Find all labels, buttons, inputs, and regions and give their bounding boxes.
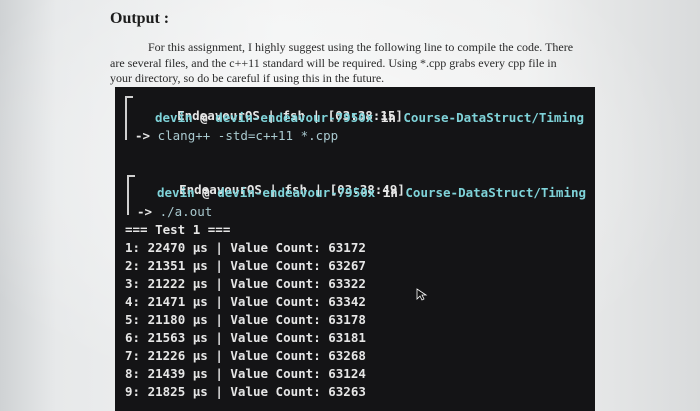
- result-row: 8: 21439 µs | Value Count: 63124: [125, 366, 366, 381]
- instructions-paragraph: For this assignment, I highly suggest us…: [110, 40, 590, 87]
- prompt-in: in: [382, 185, 398, 200]
- output-heading: Output :: [110, 10, 170, 27]
- result-label: Value Count:: [230, 276, 321, 291]
- prompt-path: Course-DataStruct/Timing: [405, 185, 587, 200]
- result-time: 21226 µs: [147, 348, 208, 363]
- prompt-location-2: devin @ devin-endeavour-7950x in Course-…: [157, 185, 586, 200]
- result-time: 21563 µs: [147, 330, 208, 345]
- result-count: 63268: [328, 348, 366, 363]
- result-index: 4:: [125, 294, 141, 309]
- prompt-bracket-1: [125, 96, 133, 140]
- command-text: clang++ -std=c++11 *.cpp: [157, 128, 339, 143]
- result-count: 63172: [328, 240, 366, 255]
- result-separator: |: [215, 330, 223, 345]
- result-row: 6: 21563 µs | Value Count: 63181: [125, 330, 366, 345]
- prompt-arrow: ->: [135, 128, 151, 143]
- result-index: 7:: [125, 348, 141, 363]
- result-separator: |: [215, 276, 223, 291]
- paragraph-line-3: your directory, so do be careful if usin…: [110, 71, 385, 85]
- result-row: 2: 21351 µs | Value Count: 63267: [125, 258, 366, 273]
- result-label: Value Count:: [230, 384, 321, 399]
- result-row: 4: 21471 µs | Value Count: 63342: [125, 294, 366, 309]
- prompt-at: @: [200, 110, 208, 125]
- command-text: ./a.out: [159, 204, 213, 219]
- result-count: 63263: [328, 384, 366, 399]
- result-time: 21180 µs: [147, 312, 208, 327]
- result-index: 1:: [125, 240, 141, 255]
- result-index: 9:: [125, 384, 141, 399]
- prompt-user: devin: [157, 185, 195, 200]
- result-separator: |: [215, 240, 223, 255]
- prompt-arrow: ->: [137, 204, 153, 219]
- terminal-output: EndeavourOS | fsh | [03:38:15] devin @ d…: [115, 87, 595, 411]
- result-separator: |: [215, 384, 223, 399]
- test-header: === Test 1 ===: [125, 222, 231, 237]
- prompt-bracket-2: [127, 175, 135, 215]
- result-count: 63178: [328, 312, 366, 327]
- result-row: 3: 21222 µs | Value Count: 63322: [125, 276, 366, 291]
- result-time: 22470 µs: [147, 240, 208, 255]
- result-separator: |: [215, 294, 223, 309]
- prompt-user: devin: [155, 110, 193, 125]
- result-time: 21471 µs: [147, 294, 208, 309]
- result-count: 63342: [328, 294, 366, 309]
- paragraph-line-1: For this assignment, I highly suggest us…: [148, 40, 574, 54]
- result-count: 63267: [328, 258, 366, 273]
- result-index: 3:: [125, 276, 141, 291]
- result-index: 5:: [125, 312, 141, 327]
- result-time: 21439 µs: [147, 366, 208, 381]
- prompt-location-1: devin @ devin-endeavour-7950x in Course-…: [155, 110, 584, 125]
- result-separator: |: [215, 312, 223, 327]
- result-time: 21351 µs: [147, 258, 208, 273]
- result-index: 2:: [125, 258, 141, 273]
- prompt-path: Course-DataStruct/Timing: [403, 110, 585, 125]
- prompt-at: @: [202, 185, 210, 200]
- result-label: Value Count:: [230, 240, 321, 255]
- result-label: Value Count:: [230, 330, 321, 345]
- paragraph-line-2: are several files, and the c++11 standar…: [110, 55, 557, 70]
- result-row: 5: 21180 µs | Value Count: 63178: [125, 312, 366, 327]
- prompt-host: devin-endeavour-7950x: [215, 110, 374, 125]
- prompt-command-2: -> ./a.out: [137, 204, 212, 219]
- prompt-in: in: [380, 110, 396, 125]
- result-separator: |: [215, 348, 223, 363]
- result-time: 21825 µs: [147, 384, 208, 399]
- result-row: 1: 22470 µs | Value Count: 63172: [125, 240, 366, 255]
- result-row: 7: 21226 µs | Value Count: 63268: [125, 348, 366, 363]
- prompt-host: devin-endeavour-7950x: [217, 185, 376, 200]
- result-time: 21222 µs: [147, 276, 208, 291]
- result-index: 6:: [125, 330, 141, 345]
- result-separator: |: [215, 366, 223, 381]
- result-label: Value Count:: [230, 366, 321, 381]
- result-label: Value Count:: [230, 294, 321, 309]
- result-label: Value Count:: [230, 312, 321, 327]
- result-separator: |: [215, 258, 223, 273]
- result-count: 63322: [328, 276, 366, 291]
- result-label: Value Count:: [230, 258, 321, 273]
- result-index: 8:: [125, 366, 141, 381]
- result-count: 63181: [328, 330, 366, 345]
- result-label: Value Count:: [230, 348, 321, 363]
- result-row: 9: 21825 µs | Value Count: 63263: [125, 384, 366, 399]
- prompt-command-1: -> clang++ -std=c++11 *.cpp: [135, 128, 338, 143]
- result-count: 63124: [328, 366, 366, 381]
